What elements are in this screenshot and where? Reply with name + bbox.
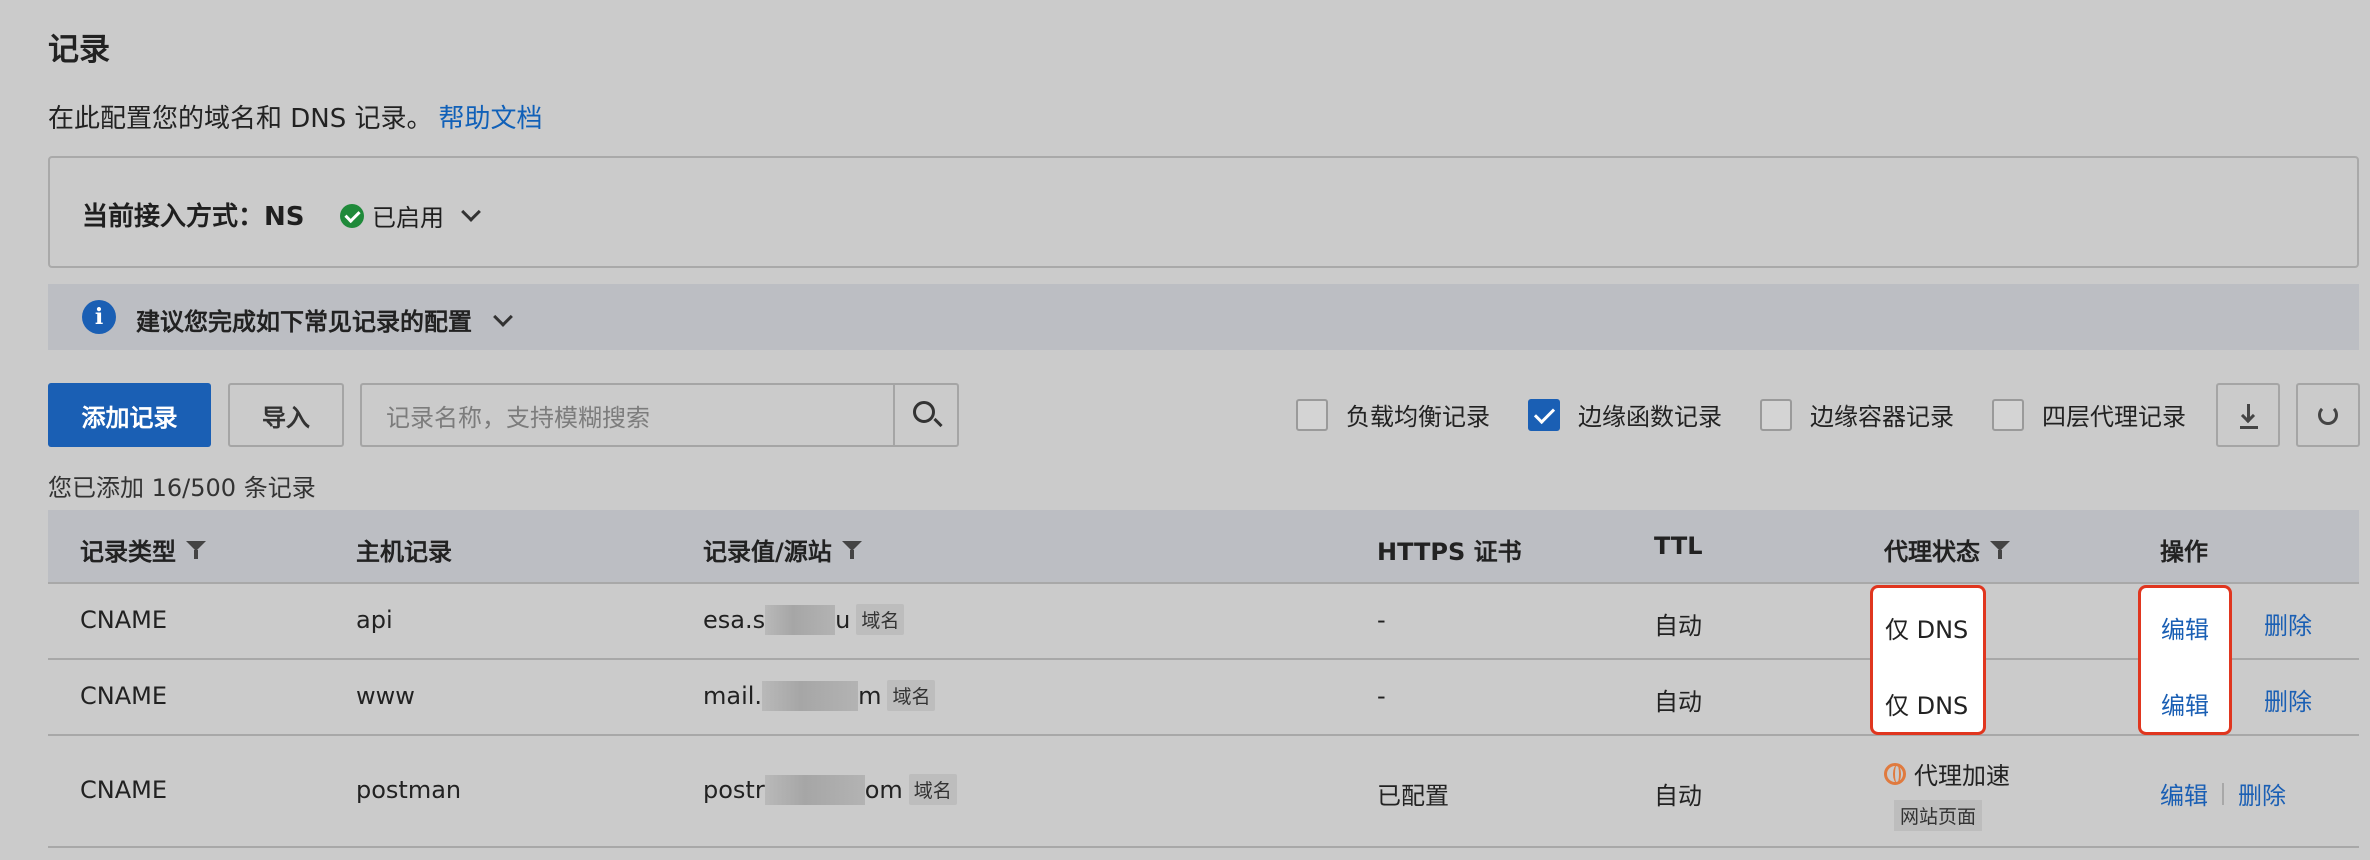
header-ttl: TTL [1654, 532, 1703, 560]
cell-value: esa.s u 域名 [703, 604, 905, 635]
edit-link[interactable]: 编辑 [2161, 686, 2209, 721]
recommendation-text: 建议您完成如下常见记录的配置 [136, 308, 472, 336]
header-proxy-status[interactable]: 代理状态 [1884, 532, 2010, 567]
page-title: 记录 [48, 32, 110, 68]
cell-https: 已配置 [1377, 782, 1449, 810]
check-circle-icon [340, 203, 364, 228]
cell-host: www [356, 682, 415, 710]
filter-load-balancer[interactable]: 负载均衡记录 [1296, 397, 1490, 432]
filter-label: 边缘容器记录 [1810, 403, 1954, 431]
access-status[interactable]: 已启用 [340, 198, 481, 233]
access-mode-label: 当前接入方式：NS [82, 202, 305, 232]
description-text: 在此配置您的域名和 DNS 记录。 [48, 104, 433, 134]
edit-link[interactable]: 编辑 [2161, 610, 2209, 645]
checkbox[interactable] [1992, 398, 2024, 431]
access-status-text: 已启用 [372, 204, 444, 232]
edit-highlight: 编辑 编辑 [2138, 585, 2232, 735]
import-button[interactable]: 导入 [228, 383, 344, 447]
checkbox[interactable] [1296, 398, 1328, 431]
search-button[interactable] [893, 383, 959, 447]
value-type-tag: 域名 [908, 774, 957, 805]
checkbox[interactable] [1760, 398, 1792, 431]
recommendation-bar[interactable]: i 建议您完成如下常见记录的配置 [48, 284, 2359, 350]
refresh-button[interactable] [2296, 383, 2360, 447]
proxy-status-highlight: 仅 DNS 仅 DNS [1870, 585, 1986, 735]
cell-type: CNAME [80, 682, 167, 710]
access-mode-panel: 当前接入方式：NS 已启用 [48, 156, 2359, 268]
filter-icon[interactable] [841, 539, 862, 561]
header-record-type[interactable]: 记录类型 [80, 532, 206, 567]
cell-proxy-status: 代理加速 [1884, 756, 2010, 791]
filter-l4-proxy[interactable]: 四层代理记录 [1992, 397, 2186, 432]
globe-icon [1884, 762, 1906, 785]
cell-https: - [1377, 606, 1386, 634]
filter-edge-function[interactable]: 边缘函数记录 [1528, 397, 1722, 432]
records-table: 记录类型 主机记录 记录值/源站 HTTPS 证书 TTL 代理状态 操作 CN… [48, 510, 2359, 848]
cell-value: postr om 域名 [703, 774, 957, 805]
cell-type: CNAME [80, 606, 167, 634]
filter-icon[interactable] [1990, 539, 2010, 561]
search-input[interactable]: 记录名称，支持模糊搜索 [360, 383, 894, 447]
table-row: CNAME www mail. m 域名 - 自动 删除 [48, 660, 2359, 736]
edit-link[interactable]: 编辑 [2160, 776, 2208, 811]
page-description: 在此配置您的域名和 DNS 记录。 帮助文档 [48, 98, 543, 135]
filter-label: 四层代理记录 [2042, 403, 2186, 431]
cell-proxy-status: 仅 DNS [1885, 692, 1969, 720]
add-record-button[interactable]: 添加记录 [48, 383, 211, 447]
cell-host: api [356, 606, 393, 634]
row-actions: 编辑 删除 [2160, 776, 2286, 811]
header-actions: 操作 [2160, 538, 2208, 566]
cell-proxy-status: 仅 DNS [1885, 616, 1969, 644]
help-docs-link[interactable]: 帮助文档 [439, 104, 543, 134]
cell-ttl: 自动 [1654, 688, 1702, 716]
proxy-sub-tag: 网站页面 [1894, 800, 1983, 831]
redacted-block [764, 774, 865, 805]
redacted-block [765, 604, 836, 635]
chevron-down-icon[interactable] [493, 307, 513, 327]
cell-value: mail. m 域名 [703, 680, 936, 711]
header-value[interactable]: 记录值/源站 [703, 532, 862, 567]
table-row: CNAME postman postr om 域名 已配置 自动 代理加速 网站页面… [48, 736, 2359, 848]
filter-label: 负载均衡记录 [1346, 403, 1490, 431]
record-count: 您已添加 16/500 条记录 [48, 474, 316, 502]
value-type-tag: 域名 [856, 604, 905, 635]
delete-link[interactable]: 删除 [2264, 682, 2312, 717]
table-row: CNAME api esa.s u 域名 - 自动 删除 [48, 584, 2359, 660]
header-host: 主机记录 [356, 538, 452, 566]
download-button[interactable] [2216, 383, 2280, 447]
cell-https: - [1377, 682, 1386, 710]
checkbox-checked[interactable] [1528, 398, 1560, 431]
table-header: 记录类型 主机记录 记录值/源站 HTTPS 证书 TTL 代理状态 操作 [48, 510, 2359, 584]
filter-edge-container[interactable]: 边缘容器记录 [1760, 397, 1954, 432]
chevron-down-icon[interactable] [461, 201, 481, 222]
value-type-tag: 域名 [887, 680, 936, 711]
header-https: HTTPS 证书 [1377, 538, 1522, 566]
cell-ttl: 自动 [1654, 782, 1702, 810]
delete-link[interactable]: 删除 [2238, 776, 2286, 811]
delete-link[interactable]: 删除 [2264, 606, 2312, 641]
info-icon: i [82, 300, 116, 334]
redacted-block [762, 680, 859, 711]
cell-ttl: 自动 [1654, 612, 1702, 640]
filter-label: 边缘函数记录 [1578, 403, 1722, 431]
search-icon [913, 401, 935, 423]
filter-icon[interactable] [186, 539, 206, 561]
cell-host: postman [356, 776, 462, 804]
refresh-icon [2318, 405, 2338, 425]
divider [2222, 782, 2224, 805]
cell-type: CNAME [80, 776, 167, 804]
